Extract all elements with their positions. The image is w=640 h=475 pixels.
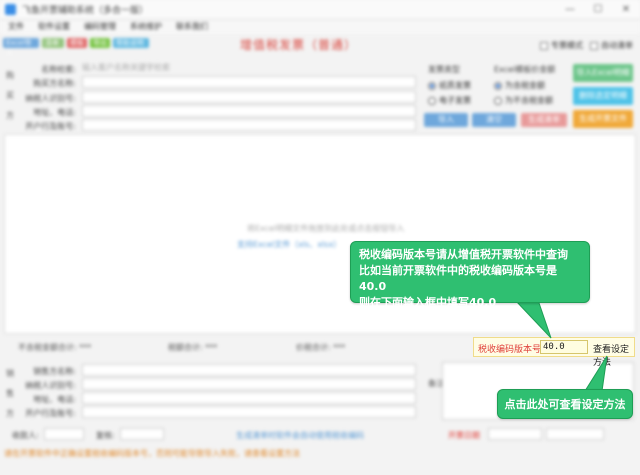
tax-code-version-bar: 税收编码版本号: 40.0 查看设定方法 bbox=[473, 337, 635, 368]
reviewer-field[interactable] bbox=[120, 428, 164, 440]
minimize-button[interactable]: — bbox=[556, 0, 584, 20]
import-button[interactable]: 导入 bbox=[424, 113, 468, 127]
excel-import-chip[interactable]: Excel导入 bbox=[3, 38, 39, 57]
special-mode-checkbox[interactable]: 专票模式 bbox=[540, 40, 583, 51]
field-label: 地址、电话: bbox=[33, 395, 76, 404]
supported-files-hint: 支持Excel文件（xls、xlsx） bbox=[237, 240, 342, 249]
grand-total: 价税合计: *** bbox=[296, 343, 346, 352]
drop-hint: 将Excel明细文件拖放到此处或点击按钮导入 bbox=[247, 224, 405, 233]
field-label: 开户行及账号: bbox=[25, 409, 76, 418]
invoice-date-field-2[interactable] bbox=[546, 428, 604, 440]
paper-invoice-radio[interactable]: 纸质发票 bbox=[428, 80, 471, 91]
template-chip[interactable]: 模板 bbox=[67, 38, 87, 48]
view-setting-method-link[interactable]: 查看设定方法 bbox=[593, 342, 634, 368]
tax-code-link[interactable]: 生成清单时软件会自动使用税收编码 bbox=[236, 430, 364, 441]
payee-field[interactable] bbox=[44, 428, 84, 440]
search-placeholder: 输入客户名称关键字检索 bbox=[82, 63, 170, 72]
generate-list-button[interactable]: 生成清单 bbox=[521, 113, 567, 127]
seller-tax-id-field[interactable] bbox=[82, 378, 416, 390]
clear-button[interactable]: 清空 bbox=[472, 113, 516, 127]
radio-label: 为不含税金额 bbox=[505, 96, 553, 105]
buyer-tax-id-field[interactable] bbox=[82, 91, 416, 103]
invoice-type-group-title: 发票类型 bbox=[428, 65, 460, 74]
import-excel-detail-button[interactable]: 导入Excel明细 bbox=[573, 64, 633, 82]
amount-group-title: Excel模板价金额 bbox=[494, 65, 556, 74]
checkbox-icon bbox=[590, 41, 598, 50]
menu-item-system[interactable]: 系统维护 bbox=[130, 20, 162, 34]
close-button[interactable]: ✕ bbox=[612, 0, 640, 20]
version-tip-callout: 税收编码版本号请从增值税开票软件中查询 比如当前开票软件中的税收编码版本号是40… bbox=[350, 241, 590, 309]
payee-label: 收款人: bbox=[12, 431, 39, 440]
list-chip[interactable]: 清单 bbox=[42, 38, 64, 48]
menu-item-contact[interactable]: 联系我们 bbox=[176, 20, 208, 34]
field-label: 购买方名称: bbox=[33, 79, 76, 88]
tax-included-radio[interactable]: 为含税金额 bbox=[494, 80, 545, 91]
window-controls: — ☐ ✕ bbox=[556, 0, 640, 20]
tax-code-version-label: 税收编码版本号: bbox=[478, 345, 545, 355]
invoice-type-title: 增值税发票（普通） bbox=[240, 38, 358, 52]
radio-icon bbox=[428, 81, 436, 90]
field-label: 开户行及账号: bbox=[25, 122, 76, 131]
menu-item-file[interactable]: 文件 bbox=[8, 20, 24, 34]
tax-code-version-input[interactable]: 40.0 bbox=[540, 340, 588, 354]
buyer-address-field[interactable] bbox=[82, 105, 416, 117]
export-chip[interactable]: 导出 bbox=[90, 38, 110, 48]
field-label: 纳税人识别号: bbox=[25, 94, 76, 103]
invoice-date-field[interactable] bbox=[488, 428, 542, 440]
radio-label: 为含税金额 bbox=[505, 81, 545, 90]
field-label: 销售方名称: bbox=[33, 367, 76, 376]
maximize-button[interactable]: ☐ bbox=[584, 0, 612, 20]
app-logo-icon bbox=[5, 4, 16, 15]
tip-line: 税收编码版本号请从增值税开票软件中查询 bbox=[359, 248, 568, 261]
field-label: 纳税人识别号: bbox=[25, 381, 76, 390]
tip-line: 则在下面输入框中填写40.0 bbox=[359, 296, 497, 309]
menu-item-settings[interactable]: 软件设置 bbox=[38, 20, 70, 34]
help-chip[interactable]: 帮助说明 bbox=[113, 38, 149, 48]
tax-total: 税额合计: *** bbox=[168, 343, 218, 352]
method-tip-callout: 点击此处可查看设定方法 bbox=[497, 389, 633, 419]
checkbox-label: 专票模式 bbox=[551, 41, 583, 50]
seller-address-field[interactable] bbox=[82, 392, 416, 404]
e-invoice-radio[interactable]: 电子发票 bbox=[428, 95, 471, 106]
delete-detail-button[interactable]: 删除选定明细 bbox=[573, 87, 633, 105]
buyer-name-field[interactable] bbox=[82, 76, 416, 88]
radio-label: 纸质发票 bbox=[439, 81, 471, 90]
checkbox-icon bbox=[540, 41, 548, 50]
reviewer-label: 复核: bbox=[96, 431, 115, 440]
auto-list-checkbox[interactable]: 自动清单 bbox=[590, 40, 633, 51]
radio-label: 电子发票 bbox=[439, 96, 471, 105]
seller-bank-field[interactable] bbox=[82, 406, 416, 418]
amount-total: 不含税金额合计: *** bbox=[18, 343, 92, 352]
tip-line: 比如当前开票软件中的税收编码版本号是40.0 bbox=[359, 264, 557, 293]
footer-note: 请在开票软件中正确设置税收编码版本号，否则可能导致导入失败，请查看设置方法 bbox=[4, 449, 300, 458]
field-label: 名称检索: bbox=[41, 65, 76, 74]
customer-search-input[interactable]: 输入客户名称关键字检索 bbox=[82, 62, 416, 74]
checkbox-label: 自动清单 bbox=[601, 41, 633, 50]
menu-bar: 文件 软件设置 编码管理 系统维护 联系我们 bbox=[0, 20, 640, 34]
radio-icon bbox=[494, 81, 502, 90]
radio-icon bbox=[428, 96, 436, 105]
radio-icon bbox=[494, 96, 502, 105]
tax-excluded-radio[interactable]: 为不含税金额 bbox=[494, 95, 553, 106]
generate-file-button[interactable]: 生成开票文件 bbox=[573, 110, 633, 128]
field-label: 地址、电话: bbox=[33, 108, 76, 117]
seller-name-field[interactable] bbox=[82, 364, 416, 376]
menu-item-code[interactable]: 编码管理 bbox=[84, 20, 116, 34]
invoice-date-label: 开票日期 bbox=[448, 431, 480, 440]
buyer-bank-field[interactable] bbox=[82, 119, 416, 131]
app-title: 飞鱼开票辅助系统（多合一版） bbox=[22, 6, 149, 16]
title-bar: 飞鱼开票辅助系统（多合一版） — ☐ ✕ bbox=[0, 0, 640, 20]
